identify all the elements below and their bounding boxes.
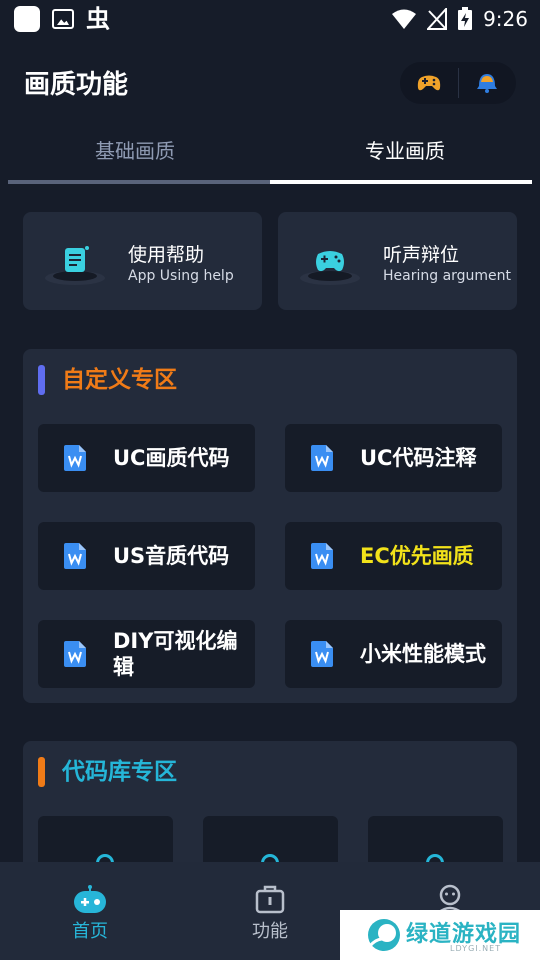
tab-indicator-inactive [8, 180, 270, 184]
item-label: US音质代码 [113, 544, 230, 568]
item-uc-code-notes[interactable]: UC代码注释 [285, 424, 502, 492]
watermark: 绿道游戏园 LDYGI.NET [340, 910, 540, 960]
bug-notification-icon: 虫 [86, 5, 110, 33]
help-card-title: 使用帮助 [128, 244, 205, 266]
status-bar-right: 9:26 [391, 6, 528, 32]
clock: 9:26 [483, 7, 528, 31]
tab-pro-quality[interactable]: 专业画质 [270, 136, 540, 166]
watermark-logo-icon [368, 919, 400, 951]
document-icon [64, 543, 86, 569]
game-controller-icon [417, 75, 440, 91]
tab-indicator-active [270, 180, 532, 184]
document-icon [64, 445, 86, 471]
item-label: UC代码注释 [360, 446, 477, 470]
document-icon [311, 445, 333, 471]
document-icon [64, 641, 86, 667]
app-notification-icon [14, 6, 40, 32]
item-uc-quality-code[interactable]: UC画质代码 [38, 424, 255, 492]
page-title: 画质功能 [24, 70, 129, 100]
gamepad-icon [300, 251, 360, 285]
help-card-subtitle: App Using help [128, 268, 234, 284]
wifi-icon [392, 9, 417, 29]
section-accent-bar [38, 757, 45, 787]
watermark-subtext: LDYGI.NET [450, 944, 502, 953]
section-title: 代码库专区 [62, 759, 177, 785]
nav-label: 功能 [252, 921, 288, 942]
status-bar: 虫 9:26 [0, 0, 540, 38]
bell-icon [477, 74, 498, 93]
help-card-usage[interactable]: 使用帮助 App Using help [23, 212, 262, 310]
nav-home[interactable]: 首页 [0, 862, 180, 960]
image-notification-icon [52, 9, 74, 29]
document-icon [311, 641, 333, 667]
item-label: EC优先画质 [360, 544, 474, 568]
help-card-title: 听声辩位 [383, 244, 460, 266]
help-card-subtitle: Hearing argument [383, 268, 512, 284]
tab-basic-quality[interactable]: 基础画质 [0, 136, 270, 166]
item-ec-priority-quality[interactable]: EC优先画质 [285, 522, 502, 590]
item-label: UC画质代码 [113, 446, 230, 470]
status-bar-left: 虫 [14, 6, 110, 32]
notification-button[interactable] [458, 62, 516, 104]
game-mode-button[interactable] [400, 62, 458, 104]
item-us-audio-code[interactable]: US音质代码 [38, 522, 255, 590]
item-diy-visual-edit[interactable]: DIY可视化编辑 [38, 620, 255, 688]
section-title: 自定义专区 [62, 367, 177, 393]
home-robot-icon [74, 885, 106, 913]
header-actions [400, 62, 516, 104]
help-card-hearing[interactable]: 听声辩位 Hearing argument [278, 212, 517, 310]
item-label: DIY可视化编辑 [113, 629, 238, 679]
help-doc-icon [45, 246, 105, 285]
nav-label: 首页 [72, 921, 108, 942]
nav-functions[interactable]: 功能 [180, 862, 360, 960]
toolbox-icon [255, 885, 285, 914]
section-accent-bar [38, 365, 45, 395]
item-xiaomi-performance[interactable]: 小米性能模式 [285, 620, 502, 688]
no-signal-icon [427, 8, 448, 30]
item-label: 小米性能模式 [360, 642, 486, 666]
document-icon [311, 543, 333, 569]
battery-charging-icon [458, 7, 473, 30]
